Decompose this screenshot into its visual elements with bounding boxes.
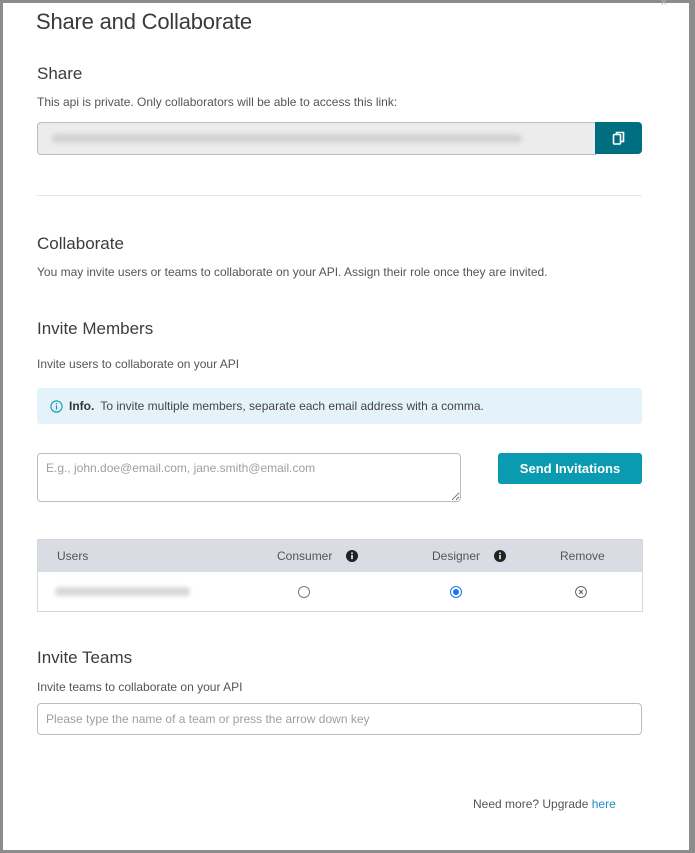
- consumer-radio-cell: [298, 572, 310, 611]
- send-invitations-button[interactable]: Send Invitations: [498, 453, 642, 484]
- upgrade-text: Need more? Upgrade: [473, 797, 589, 811]
- info-text: To invite multiple members, separate eac…: [100, 399, 484, 413]
- column-header-remove: Remove: [560, 549, 605, 563]
- share-description: This api is private. Only collaborators …: [37, 95, 398, 109]
- invite-emails-input[interactable]: [37, 453, 461, 502]
- invite-teams-heading: Invite Teams: [37, 648, 133, 667]
- designer-radio[interactable]: [450, 585, 462, 598]
- designer-info-icon[interactable]: [494, 550, 507, 562]
- member-email-blurred: [55, 587, 190, 596]
- info-alert: Info. To invite multiple members, separa…: [37, 388, 642, 424]
- consumer-radio[interactable]: [298, 585, 310, 598]
- info-label: Info.: [69, 399, 95, 413]
- members-table-header: Users Consumer Designer Remove: [38, 540, 642, 572]
- share-link-field[interactable]: [37, 122, 596, 155]
- collaborate-description: You may invite users or teams to collabo…: [37, 265, 548, 279]
- share-link-value: [52, 134, 522, 143]
- upgrade-footer: Need more? Upgrade here: [473, 797, 616, 811]
- column-header-users: Users: [57, 549, 89, 563]
- team-search-input[interactable]: [37, 703, 642, 735]
- member-email: [55, 572, 190, 611]
- column-header-consumer: Consumer: [277, 540, 359, 572]
- table-row: [38, 572, 642, 611]
- column-header-consumer-label: Consumer: [277, 549, 333, 563]
- close-icon[interactable]: ×: [661, 0, 667, 9]
- remove-cell: [575, 572, 587, 611]
- upgrade-link[interactable]: here: [592, 797, 616, 811]
- column-header-designer: Designer: [432, 540, 507, 572]
- column-header-designer-label: Designer: [432, 549, 481, 563]
- share-collaborate-modal: × Share and Collaborate Share This api i…: [3, 0, 689, 850]
- invite-members-heading: Invite Members: [37, 319, 154, 338]
- remove-member-icon[interactable]: [575, 585, 587, 598]
- info-icon: [50, 399, 63, 413]
- invite-teams-description: Invite teams to collaborate on your API: [37, 680, 243, 694]
- section-divider: [37, 195, 642, 196]
- designer-radio-cell: [450, 572, 462, 611]
- copy-icon: [612, 131, 624, 145]
- share-heading: Share: [37, 64, 83, 83]
- collaborate-heading: Collaborate: [37, 234, 124, 253]
- copy-link-button[interactable]: [595, 122, 642, 154]
- consumer-info-icon[interactable]: [346, 550, 359, 562]
- invite-members-description: Invite users to collaborate on your API: [37, 357, 240, 371]
- members-table: Users Consumer Designer Remove: [37, 539, 643, 612]
- modal-title: Share and Collaborate: [36, 9, 252, 34]
